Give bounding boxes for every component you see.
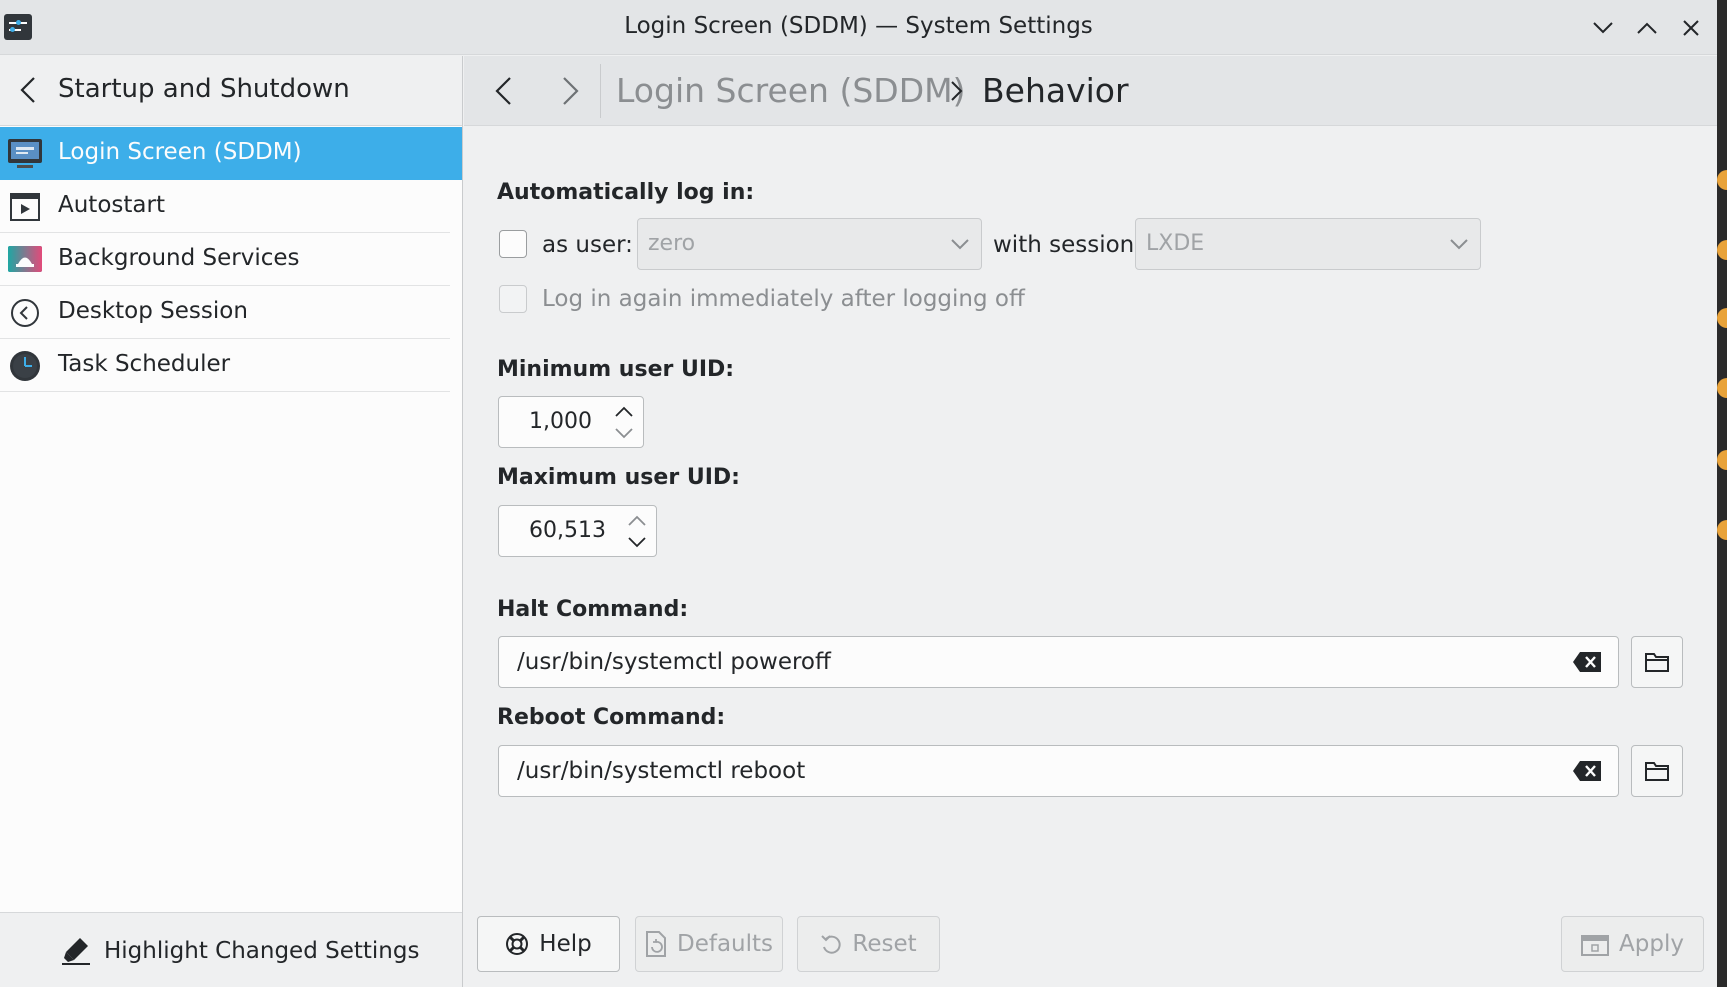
sidebar-item-label: Background Services xyxy=(58,245,300,271)
session-combobox-value: LXDE xyxy=(1146,231,1205,256)
header-separator xyxy=(600,64,601,118)
max-uid-label: Maximum user UID: xyxy=(497,465,740,490)
sidebar-item-desktop-session[interactable]: Desktop Session xyxy=(0,286,450,339)
dialog-button-bar: Help Defaults Reset Apply xyxy=(464,916,1717,976)
sidebar-footer: Highlight Changed Settings xyxy=(0,912,462,987)
sidebar-header: Startup and Shutdown xyxy=(0,56,462,126)
chevron-right-icon xyxy=(563,77,579,105)
highlight-changed-settings-button[interactable]: Highlight Changed Settings xyxy=(60,933,419,969)
min-uid-value: 1,000 xyxy=(529,409,592,434)
maximize-button[interactable] xyxy=(1631,12,1663,44)
min-uid-label: Minimum user UID: xyxy=(497,357,735,382)
breadcrumb-current: Behavior xyxy=(982,71,1129,110)
relogin-label: Log in again immediately after logging o… xyxy=(542,286,1025,312)
reboot-command-input[interactable]: /usr/bin/systemctl reboot xyxy=(498,745,1619,797)
halt-command-input[interactable]: /usr/bin/systemctl poweroff xyxy=(498,636,1619,688)
sidebar-item-label: Task Scheduler xyxy=(58,351,231,377)
apply-button-label: Apply xyxy=(1619,931,1684,957)
back-button[interactable] xyxy=(486,73,522,109)
reboot-command-value: /usr/bin/systemctl reboot xyxy=(517,758,806,784)
reboot-browse-button[interactable] xyxy=(1631,745,1683,797)
max-uid-value: 60,513 xyxy=(529,518,606,543)
highlighter-icon xyxy=(62,938,90,965)
sidebar-item-label: Desktop Session xyxy=(58,298,248,324)
sidebar-item-label: Autostart xyxy=(58,192,165,218)
reboot-command-label: Reboot Command: xyxy=(497,705,726,730)
sidebar-list: Login Screen (SDDM) Autostart Background… xyxy=(0,127,462,392)
chevron-down-icon xyxy=(1593,22,1613,34)
highlight-changed-settings-label: Highlight Changed Settings xyxy=(104,938,420,964)
sidebar-back-button[interactable] xyxy=(12,72,44,108)
with-session-label: with session xyxy=(993,232,1135,258)
chevron-down-icon xyxy=(1450,239,1468,250)
halt-browse-button[interactable] xyxy=(1631,636,1683,688)
defaults-button-label: Defaults xyxy=(676,931,774,957)
desktop-background xyxy=(1717,0,1727,987)
breadcrumb-separator-icon xyxy=(942,76,970,106)
title-bar[interactable]: Login Screen (SDDM) — System Settings xyxy=(0,0,1717,55)
minimize-button[interactable] xyxy=(1587,12,1619,44)
main-panel: Login Screen (SDDM) Behavior Automatical… xyxy=(464,56,1717,987)
max-uid-spinbox[interactable]: 60,513 xyxy=(498,505,657,557)
monitor-icon xyxy=(7,137,43,171)
folder-icon xyxy=(1645,762,1669,781)
chevron-up-icon[interactable] xyxy=(626,512,648,530)
autostart-icon xyxy=(7,190,43,224)
forward-button[interactable] xyxy=(552,73,588,109)
user-combobox-value: zero xyxy=(648,231,696,256)
sidebar: Startup and Shutdown Login Screen (SDDM)… xyxy=(0,56,463,987)
chevron-down-icon[interactable] xyxy=(613,424,635,442)
lifebuoy-icon xyxy=(506,933,529,955)
clock-icon xyxy=(7,349,43,383)
apply-icon xyxy=(1581,935,1610,956)
help-button[interactable]: Help xyxy=(477,916,620,972)
sidebar-item-background-services[interactable]: Background Services xyxy=(0,233,450,286)
folder-icon xyxy=(1645,653,1669,672)
sidebar-item-login-screen[interactable]: Login Screen (SDDM) xyxy=(0,127,462,180)
background-services-icon xyxy=(7,243,43,277)
defaults-button[interactable]: Defaults xyxy=(635,916,783,972)
reset-button-label: Reset xyxy=(852,931,917,957)
close-button[interactable] xyxy=(1675,12,1707,44)
halt-command-value: /usr/bin/systemctl poweroff xyxy=(517,649,831,675)
relogin-checkbox[interactable] xyxy=(499,285,527,313)
chevron-up-icon xyxy=(1637,22,1657,34)
reset-button[interactable]: Reset xyxy=(797,916,940,972)
session-combobox[interactable]: LXDE xyxy=(1135,218,1481,270)
close-icon xyxy=(1683,20,1699,36)
chevron-left-icon xyxy=(20,77,35,103)
breadcrumb-parent[interactable]: Login Screen (SDDM) xyxy=(616,71,965,110)
as-user-label: as user: xyxy=(542,232,633,258)
chevron-down-icon xyxy=(951,239,969,250)
clear-text-icon[interactable] xyxy=(1572,651,1602,673)
desktop-session-icon xyxy=(7,296,43,330)
window-title: Login Screen (SDDM) — System Settings xyxy=(624,13,1093,39)
document-revert-icon xyxy=(645,931,666,957)
system-settings-window: Login Screen (SDDM) — System Settings St… xyxy=(0,0,1717,987)
clear-text-icon[interactable] xyxy=(1572,760,1602,782)
min-uid-spinbox[interactable]: 1,000 xyxy=(498,396,644,448)
chevron-left-icon xyxy=(495,77,511,105)
sidebar-item-task-scheduler[interactable]: Task Scheduler xyxy=(0,339,450,392)
undo-icon xyxy=(821,935,842,954)
chevron-up-icon[interactable] xyxy=(613,403,635,421)
halt-command-label: Halt Command: xyxy=(497,597,689,622)
sidebar-category-title: Startup and Shutdown xyxy=(58,74,350,104)
help-button-label: Help xyxy=(539,931,592,957)
chevron-down-icon[interactable] xyxy=(626,533,648,551)
sidebar-item-label: Login Screen (SDDM) xyxy=(58,139,302,165)
user-combobox[interactable]: zero xyxy=(637,218,982,270)
sidebar-item-autostart[interactable]: Autostart xyxy=(0,180,450,233)
autologin-label: Automatically log in: xyxy=(497,180,755,205)
autologin-checkbox[interactable] xyxy=(499,230,527,258)
apply-button[interactable]: Apply xyxy=(1561,916,1704,972)
main-header: Login Screen (SDDM) Behavior xyxy=(464,56,1717,126)
